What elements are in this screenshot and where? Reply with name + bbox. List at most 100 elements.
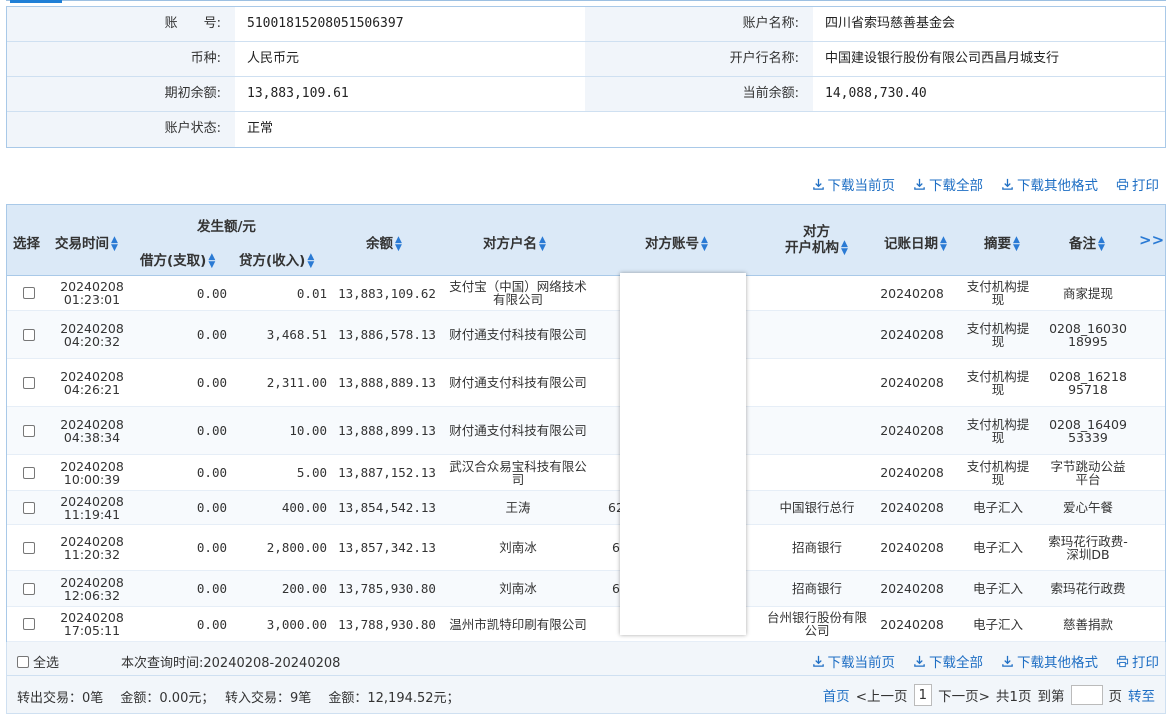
row-checkbox[interactable]	[23, 376, 35, 389]
row-checkbox[interactable]	[23, 501, 35, 514]
account-status-value: 正常	[235, 112, 1165, 147]
table-row: 20240208 11:19:41 0.00 400.00 13,854,542.13 王…	[7, 491, 1165, 525]
download-all-label: 下载全部	[929, 655, 983, 671]
cell-summary: 支付机构提现	[966, 320, 1030, 349]
col-party-name-header[interactable]: 对方户名 ▲ ▼	[483, 232, 546, 253]
table-header: 选择 交易时间 ▲ ▼ 发生额/元 借方(支取) ▲ ▼ 贷方(收入) ▲ ▼ 余额 ▲ ▼ 对…	[7, 205, 1165, 276]
cell-debit: 0.00	[196, 616, 227, 632]
row-select-cell	[7, 525, 51, 570]
transaction-summary: 转出交易：0笔 金额：0.00元； 转入交易：9笔 金额：12,194.52元；	[17, 691, 460, 706]
cell-date: 20240208	[60, 493, 124, 509]
info-row-balance: 期初余额: 13,883,109.61 当前余额: 14,088,730.40	[7, 77, 1165, 112]
query-range-text: 本次查询时间:20240208-20240208	[121, 656, 341, 671]
cell-date: 20240208	[60, 416, 124, 432]
download-other-link[interactable]: 下载其他格式	[1001, 174, 1098, 194]
col-party-bank-header[interactable]: 对方 开户机构 ▲ ▼	[785, 224, 848, 257]
cell-party: 财付通支付科技有限公司	[449, 327, 587, 342]
account-no-value: 51001815208051506397	[235, 7, 585, 41]
cell-remark: 0208_16030 18995	[1049, 320, 1127, 349]
col-credit-header[interactable]: 贷方(收入) ▲ ▼	[239, 249, 315, 270]
transactions-table: 选择 交易时间 ▲ ▼ 发生额/元 借方(支取) ▲ ▼ 贷方(收入) ▲ ▼ 余额 ▲ ▼ 对…	[6, 204, 1166, 643]
col-party-acct-header[interactable]: 对方账号 ▲ ▼	[645, 232, 708, 253]
cell-credit: 2,311.00	[266, 375, 327, 390]
first-page-link[interactable]: 首页	[823, 685, 850, 705]
col-balance-label: 余额	[366, 236, 393, 252]
download-icon	[1002, 655, 1013, 667]
goto-label: 到第	[1037, 689, 1065, 705]
col-amount-group-header: 发生额/元	[197, 219, 256, 235]
row-checkbox[interactable]	[23, 582, 35, 595]
cell-time: 20240208 11:19:41	[53, 491, 131, 524]
cell-post: 20240208	[880, 375, 944, 390]
col-balance-header[interactable]: 余额 ▲ ▼	[366, 232, 402, 253]
cell-time: 20240208 10:00:39	[53, 455, 131, 490]
row-checkbox[interactable]	[23, 287, 35, 299]
table-row: 20240208 17:05:11 0.00 3,000.00 13,788,930.8…	[7, 607, 1165, 642]
col-remark-header[interactable]: 备注 ▲ ▼	[1069, 232, 1105, 253]
print-link[interactable]: 打印	[1116, 174, 1159, 194]
cell-party: 财付通支付科技有限公司	[449, 423, 587, 438]
col-time-header[interactable]: 交易时间 ▲ ▼	[55, 232, 118, 253]
cell-clock: 12:06:32	[63, 587, 121, 603]
cell-post: 20240208	[880, 423, 944, 438]
col-party-name-label: 对方户名	[483, 236, 537, 252]
row-checkbox[interactable]	[23, 541, 35, 554]
cell-clock: 01:23:01	[63, 292, 121, 307]
col-summary-header[interactable]: 摘要 ▲ ▼	[984, 232, 1020, 253]
cell-bank	[767, 455, 867, 490]
current-balance-label: 当前余额:	[585, 77, 813, 111]
cell-bank: 招商银行	[791, 581, 842, 596]
download-other-label: 下载其他格式	[1017, 655, 1098, 671]
table-row: 20240208 10:00:39 0.00 5.00 13,887,152.13 武汉合…	[7, 455, 1165, 491]
account-status-label: 账户状态:	[7, 112, 235, 147]
printer-icon	[1116, 178, 1129, 190]
cell-clock: 04:38:34	[63, 429, 121, 445]
sort-icon: ▲ ▼	[539, 235, 546, 253]
download-other-link[interactable]: 下载其他格式	[1001, 651, 1098, 671]
cell-summary: 电子汇入	[972, 581, 1023, 596]
more-columns-button[interactable]: >>	[1139, 231, 1164, 249]
row-checkbox[interactable]	[23, 328, 35, 341]
select-all-control[interactable]: 全选	[17, 652, 59, 671]
current-page-box[interactable]: 1	[913, 684, 933, 706]
cell-post: 20240208	[880, 540, 944, 555]
sort-icon: ▲ ▼	[1098, 235, 1105, 253]
row-checkbox[interactable]	[23, 466, 35, 479]
cell-remark: 索玛花行政费-深圳DB	[1048, 533, 1128, 562]
download-all-link[interactable]: 下载全部	[913, 651, 983, 671]
download-all-link[interactable]: 下载全部	[913, 174, 983, 194]
sort-icon: ▲ ▼	[307, 252, 315, 270]
goto-page-input[interactable]	[1070, 685, 1103, 705]
go-button[interactable]: 转至	[1128, 685, 1155, 705]
bottom-toolbar: 下载当前页 下载全部 下载其他格式 打印	[812, 651, 1159, 671]
cell-clock: 10:00:39	[63, 471, 121, 487]
prev-page-link[interactable]: <上一页	[856, 685, 908, 705]
account-name-value: 四川省索玛慈善基金会	[813, 7, 1165, 41]
download-page-label: 下载当前页	[827, 655, 896, 671]
cell-credit: 200.00	[281, 581, 327, 596]
cell-remark: 索玛花行政费	[1050, 581, 1126, 596]
row-checkbox[interactable]	[23, 424, 35, 437]
table-row: 20240208 01:23:01 0.00 0.01 13,883,109.62 支付宝…	[7, 276, 1165, 311]
current-balance-value: 14,088,730.40	[813, 77, 1165, 111]
col-party-bank-label-2: 开户机构	[785, 240, 839, 256]
cell-party: 刘南冰	[499, 581, 537, 596]
col-party-acct-label: 对方账号	[645, 236, 699, 252]
top-tab-indicator	[6, 0, 1166, 3]
row-checkbox[interactable]	[23, 618, 35, 630]
col-debit-header[interactable]: 借方(支取) ▲ ▼	[140, 249, 215, 270]
cell-party: 王涛	[505, 500, 531, 515]
next-page-link[interactable]: 下一页>	[938, 685, 990, 705]
cell-summary: 支付机构提现	[966, 458, 1030, 487]
print-link[interactable]: 打印	[1116, 651, 1159, 671]
select-all-checkbox[interactable]	[17, 655, 29, 668]
download-all-label: 下载全部	[929, 178, 983, 194]
col-post-date-header[interactable]: 记账日期 ▲ ▼	[884, 232, 947, 253]
table-row: 20240208 04:20:32 0.00 3,468.51 13,886,578.1…	[7, 311, 1165, 359]
page-unit-label: 页	[1108, 689, 1123, 705]
cell-bank	[767, 407, 867, 454]
download-page-link[interactable]: 下载当前页	[812, 651, 896, 671]
col-time-label: 交易时间	[55, 236, 109, 252]
download-page-link[interactable]: 下载当前页	[812, 174, 895, 194]
cell-balance: 13,888,889.13	[338, 375, 436, 390]
